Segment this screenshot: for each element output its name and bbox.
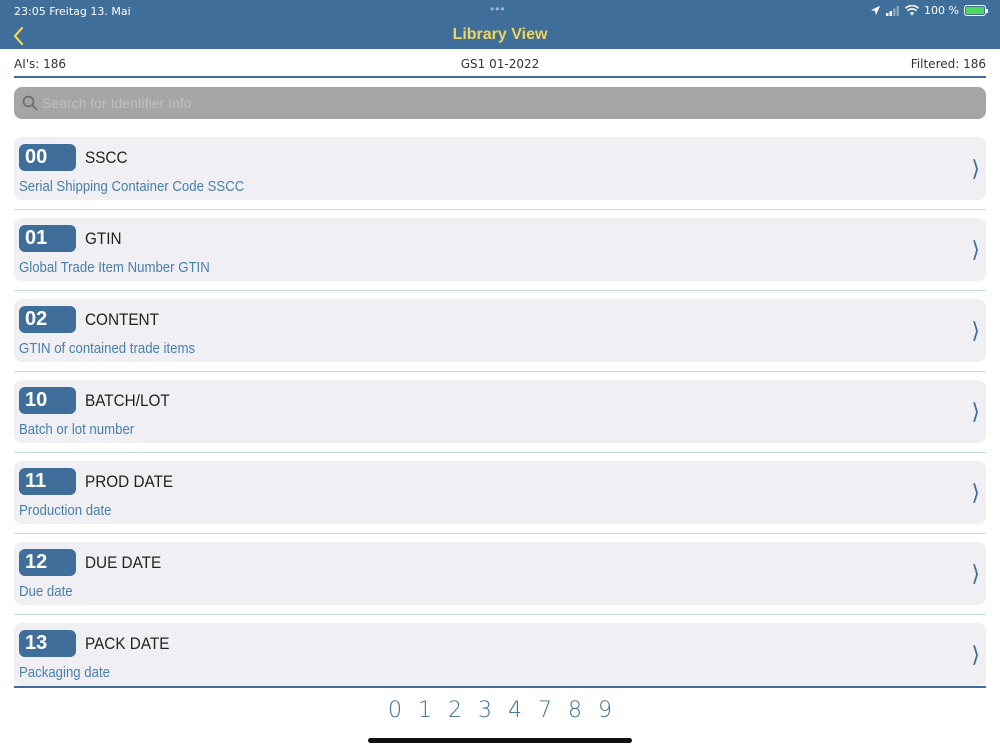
chevron-right-icon: ⟩: [971, 399, 980, 424]
index-item-9[interactable]: 9: [598, 698, 612, 723]
signal-icon: [886, 6, 900, 16]
list-item[interactable]: 01 GTIN Global Trade Item Number GTIN ⟩: [14, 210, 986, 291]
battery-icon: [964, 5, 988, 16]
filtered-count: Filtered: 186: [910, 57, 986, 71]
ai-description: Production date: [19, 502, 112, 519]
header-bar: 23:05 Freitag 13. Mai ••• 100 % Library …: [0, 0, 1000, 49]
list-item[interactable]: 10 BATCH/LOT Batch or lot number ⟩: [14, 372, 986, 453]
library-info-bar: AI's: 186 GS1 01-2022 Filtered: 186: [14, 56, 986, 78]
list-item-card: 01 GTIN Global Trade Item Number GTIN ⟩: [14, 218, 986, 281]
ai-description: Batch or lot number: [19, 421, 135, 438]
ai-title: SSCC: [85, 148, 128, 167]
list-item-card: 10 BATCH/LOT Batch or lot number ⟩: [14, 380, 986, 443]
battery-percent: 100 %: [924, 4, 959, 17]
ai-title: DUE DATE: [85, 553, 162, 572]
location-icon: [870, 5, 881, 16]
index-item-7[interactable]: 7: [538, 698, 552, 723]
ai-description: Packaging date: [19, 664, 111, 681]
index-item-2[interactable]: 2: [448, 698, 462, 723]
list-item-card: 02 CONTENT GTIN of contained trade items…: [14, 299, 986, 362]
chevron-right-icon: ⟩: [971, 156, 980, 181]
ai-code-badge: 12: [19, 549, 76, 576]
list-item-card: 12 DUE DATE Due date ⟩: [14, 542, 986, 605]
status-indicators: 100 %: [870, 4, 988, 17]
home-indicator[interactable]: [368, 738, 632, 743]
index-item-4[interactable]: 4: [508, 698, 522, 723]
multitask-dots-icon[interactable]: •••: [490, 2, 506, 16]
chevron-right-icon: ⟩: [971, 561, 980, 586]
ai-title: PROD DATE: [85, 472, 174, 491]
ai-title: PACK DATE: [85, 634, 170, 653]
ai-code-badge: 10: [19, 387, 76, 414]
list-item[interactable]: 00 SSCC Serial Shipping Container Code S…: [14, 129, 986, 210]
index-item-3[interactable]: 3: [478, 698, 492, 723]
chevron-right-icon: ⟩: [971, 237, 980, 262]
list-item[interactable]: 13 PACK DATE Packaging date ⟩: [14, 615, 986, 686]
identifier-list[interactable]: 00 SSCC Serial Shipping Container Code S…: [14, 129, 986, 686]
ai-code-badge: 02: [19, 306, 76, 333]
divider: [14, 686, 986, 688]
ai-code-badge: 01: [19, 225, 76, 252]
ai-title: GTIN: [85, 229, 122, 248]
ai-code-badge: 13: [19, 630, 76, 657]
wifi-icon: [905, 5, 920, 16]
chevron-right-icon: ⟩: [971, 318, 980, 343]
search-bar[interactable]: [14, 87, 986, 119]
ai-title: BATCH/LOT: [85, 391, 170, 410]
ai-title: CONTENT: [85, 310, 159, 329]
index-item-1[interactable]: 1: [418, 698, 432, 723]
index-item-8[interactable]: 8: [568, 698, 582, 723]
chevron-right-icon: ⟩: [971, 480, 980, 505]
list-item[interactable]: 02 CONTENT GTIN of contained trade items…: [14, 291, 986, 372]
ai-description: Global Trade Item Number GTIN: [19, 259, 210, 276]
index-item-0[interactable]: 0: [388, 698, 402, 723]
status-time: 23:05 Freitag 13. Mai: [14, 5, 131, 18]
chevron-right-icon: ⟩: [971, 642, 980, 667]
ai-code-badge: 11: [19, 468, 76, 495]
list-item-card: 13 PACK DATE Packaging date ⟩: [14, 623, 986, 686]
search-input[interactable]: [42, 95, 942, 111]
ai-description: GTIN of contained trade items: [19, 340, 196, 357]
ai-description: Serial Shipping Container Code SSCC: [19, 178, 245, 195]
ai-description: Due date: [19, 583, 73, 600]
list-item[interactable]: 11 PROD DATE Production date ⟩: [14, 453, 986, 534]
page-title: Library View: [452, 26, 548, 43]
ai-code-badge: 00: [19, 144, 76, 171]
list-item-card: 11 PROD DATE Production date ⟩: [14, 461, 986, 524]
library-version: GS1 01-2022: [460, 57, 540, 71]
list-item[interactable]: 12 DUE DATE Due date ⟩: [14, 534, 986, 615]
index-bar: 0 1 2 3 4 7 8 9: [0, 698, 1000, 723]
search-icon: [22, 95, 38, 111]
list-item-card: 00 SSCC Serial Shipping Container Code S…: [14, 137, 986, 200]
